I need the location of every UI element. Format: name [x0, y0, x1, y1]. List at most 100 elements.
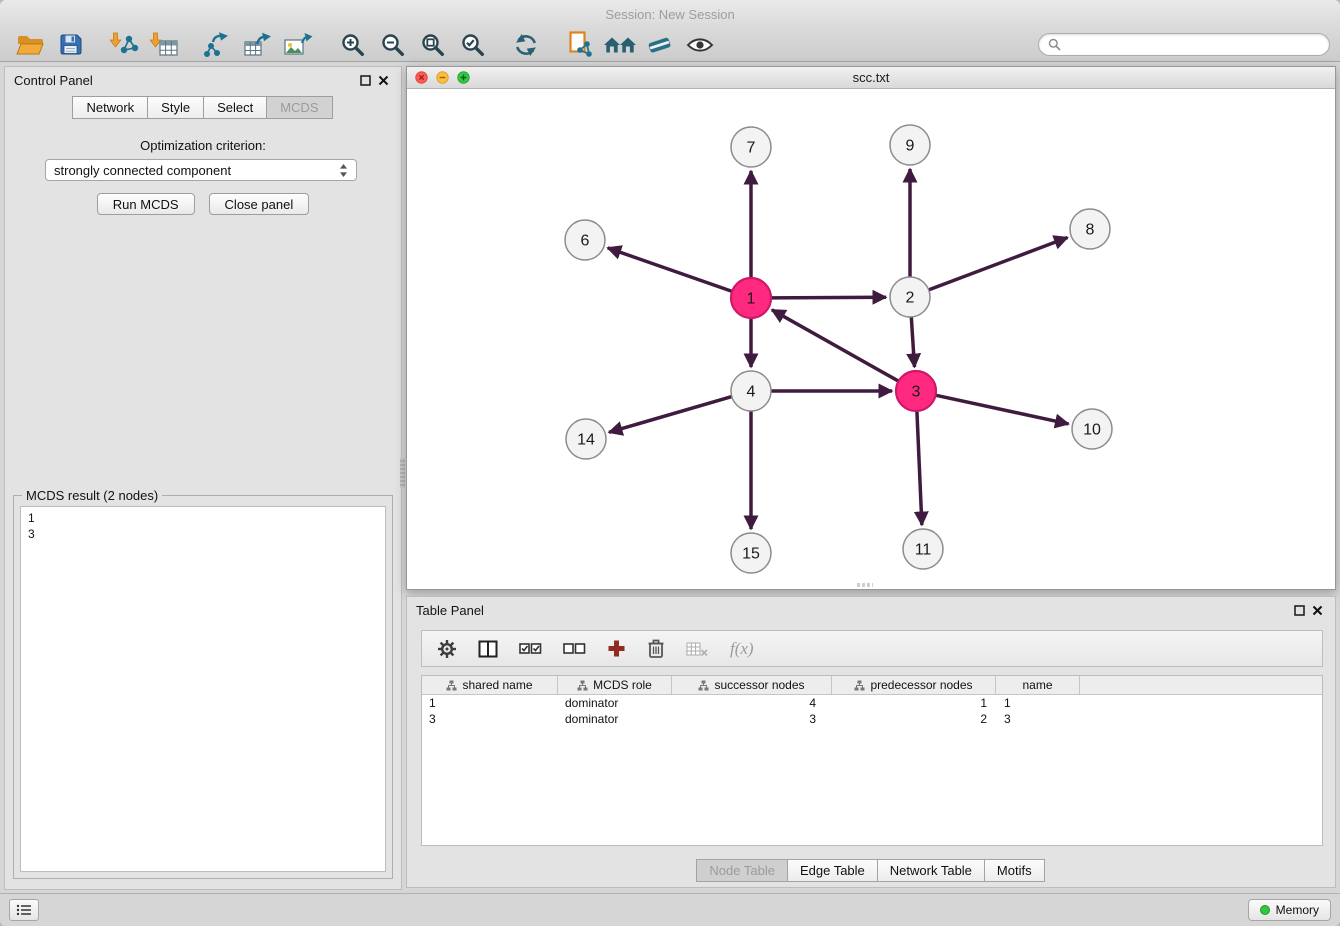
table-panel: Table Panel — [406, 596, 1336, 888]
optimization-criterion-label: Optimization criterion: — [5, 138, 401, 153]
home-views-button[interactable] — [600, 30, 640, 60]
column-header-successor-nodes[interactable]: successor nodes — [672, 676, 832, 694]
window-title: Session: New Session — [605, 7, 734, 22]
delete-column-button[interactable] — [647, 638, 665, 659]
minimize-window-button[interactable] — [436, 71, 449, 84]
application-window: Session: New Session — [0, 0, 1340, 926]
show-hide-button[interactable] — [680, 30, 720, 60]
network-canvas[interactable]: 7 9 6 8 1 2 4 3 14 10 15 11 — [407, 89, 1335, 588]
tab-node-table[interactable]: Node Table — [696, 859, 788, 882]
zoom-out-button[interactable] — [372, 30, 412, 60]
show-columns-button[interactable] — [478, 640, 498, 658]
graph-edge-2-3[interactable] — [911, 317, 914, 367]
graph-node-4[interactable]: 4 — [731, 371, 771, 411]
tab-network[interactable]: Network — [72, 96, 148, 119]
float-control-panel-button[interactable] — [356, 71, 374, 89]
panel-splitter-handle[interactable] — [400, 458, 405, 488]
graph-node-label: 3 — [912, 384, 921, 401]
export-network-button[interactable] — [198, 30, 238, 60]
delete-table-button-disabled — [686, 641, 709, 657]
close-control-panel-button[interactable] — [374, 71, 392, 89]
cell-predecessor-nodes: 1 — [832, 695, 996, 711]
column-header-shared-name[interactable]: shared name — [422, 676, 558, 694]
function-builder-button-disabled: f(x) — [730, 639, 754, 659]
tab-style[interactable]: Style — [147, 96, 204, 119]
deselect-all-rows-button[interactable] — [563, 642, 586, 656]
graph-node-label: 14 — [577, 432, 595, 449]
search-input[interactable] — [1038, 33, 1330, 56]
column-header-predecessor-nodes[interactable]: predecessor nodes — [832, 676, 996, 694]
close-panel-button[interactable]: Close panel — [209, 193, 310, 215]
graph-node-10[interactable]: 10 — [1072, 409, 1112, 449]
column-header-name[interactable]: name — [996, 676, 1080, 694]
tab-mcds[interactable]: MCDS — [266, 96, 332, 119]
network-window-titlebar[interactable]: scc.txt — [407, 67, 1335, 89]
graph-edge-3-10[interactable] — [936, 395, 1069, 424]
graph-edge-1-2[interactable] — [771, 297, 886, 298]
select-all-rows-button[interactable] — [519, 642, 542, 656]
close-table-panel-button[interactable] — [1308, 601, 1326, 619]
graph-node-7[interactable]: 7 — [731, 127, 771, 167]
window-resize-grip[interactable] — [857, 583, 873, 587]
mcds-result-line: 1 — [28, 510, 378, 526]
graph-node-8[interactable]: 8 — [1070, 209, 1110, 249]
open-session-button[interactable] — [10, 30, 50, 60]
import-network-button[interactable] — [104, 30, 144, 60]
export-image-icon — [283, 32, 313, 58]
table-settings-button[interactable] — [437, 639, 457, 659]
tab-edge-table[interactable]: Edge Table — [787, 859, 878, 882]
graph-node-2[interactable]: 2 — [890, 277, 930, 317]
graph-node-label: 11 — [915, 542, 932, 559]
graph-node-label: 9 — [906, 138, 915, 155]
tab-select[interactable]: Select — [203, 96, 267, 119]
zoom-selected-button[interactable] — [452, 30, 492, 60]
criterion-select[interactable]: strongly connected component — [45, 159, 357, 181]
table-delete-icon — [686, 641, 709, 657]
graph-node-1[interactable]: 1 — [731, 278, 771, 318]
export-table-button[interactable] — [238, 30, 278, 60]
checked-boxes-icon — [519, 642, 542, 656]
graph-edge-2-8[interactable] — [929, 238, 1068, 290]
export-image-button[interactable] — [278, 30, 318, 60]
close-window-button[interactable] — [415, 71, 428, 84]
graph-node-9[interactable]: 9 — [890, 125, 930, 165]
column-label: name — [1022, 678, 1052, 692]
table-row-node-1[interactable]: 1 dominator 4 1 1 — [422, 695, 1322, 711]
apply-style-button[interactable] — [640, 30, 680, 60]
graph-edge-1-6[interactable] — [608, 248, 732, 292]
zoom-window-button[interactable] — [457, 71, 470, 84]
plus-icon — [607, 639, 626, 658]
zoom-in-button[interactable] — [332, 30, 372, 60]
column-label: shared name — [462, 678, 532, 692]
run-mcds-button[interactable]: Run MCDS — [97, 193, 195, 215]
graph-node-6[interactable]: 6 — [565, 220, 605, 260]
task-history-button[interactable] — [9, 899, 39, 921]
select-stepper-icon — [339, 163, 348, 178]
memory-button[interactable]: Memory — [1248, 899, 1331, 921]
graph-node-15[interactable]: 15 — [731, 533, 771, 573]
mcds-result-groupbox: MCDS result (2 nodes) 1 3 — [13, 495, 393, 879]
column-label: predecessor nodes — [870, 678, 972, 692]
graph-node-3[interactable]: 3 — [896, 371, 936, 411]
column-tree-icon — [446, 680, 457, 691]
graph-node-label: 1 — [747, 291, 756, 308]
tab-network-table[interactable]: Network Table — [877, 859, 985, 882]
graph-node-14[interactable]: 14 — [566, 419, 606, 459]
graph-node-11[interactable]: 11 — [903, 529, 943, 569]
table-row-node-3[interactable]: 3 dominator 3 2 3 — [422, 711, 1322, 727]
graph-edge-3-1[interactable] — [772, 310, 899, 381]
import-table-button[interactable] — [144, 30, 184, 60]
tab-motifs[interactable]: Motifs — [984, 859, 1045, 882]
refresh-button[interactable] — [506, 30, 546, 60]
save-session-button[interactable] — [50, 30, 90, 60]
network-from-selection-button[interactable] — [560, 30, 600, 60]
add-column-button[interactable] — [607, 639, 626, 658]
graph-edge-4-14[interactable] — [609, 397, 732, 433]
float-table-panel-button[interactable] — [1290, 601, 1308, 619]
graph-edge-3-11[interactable] — [917, 411, 922, 525]
double-home-icon — [603, 33, 637, 57]
memory-status-dot-icon — [1260, 905, 1270, 915]
zoom-fit-button[interactable] — [412, 30, 452, 60]
mcds-result-list[interactable]: 1 3 — [20, 506, 386, 872]
column-header-mcds-role[interactable]: MCDS role — [558, 676, 672, 694]
